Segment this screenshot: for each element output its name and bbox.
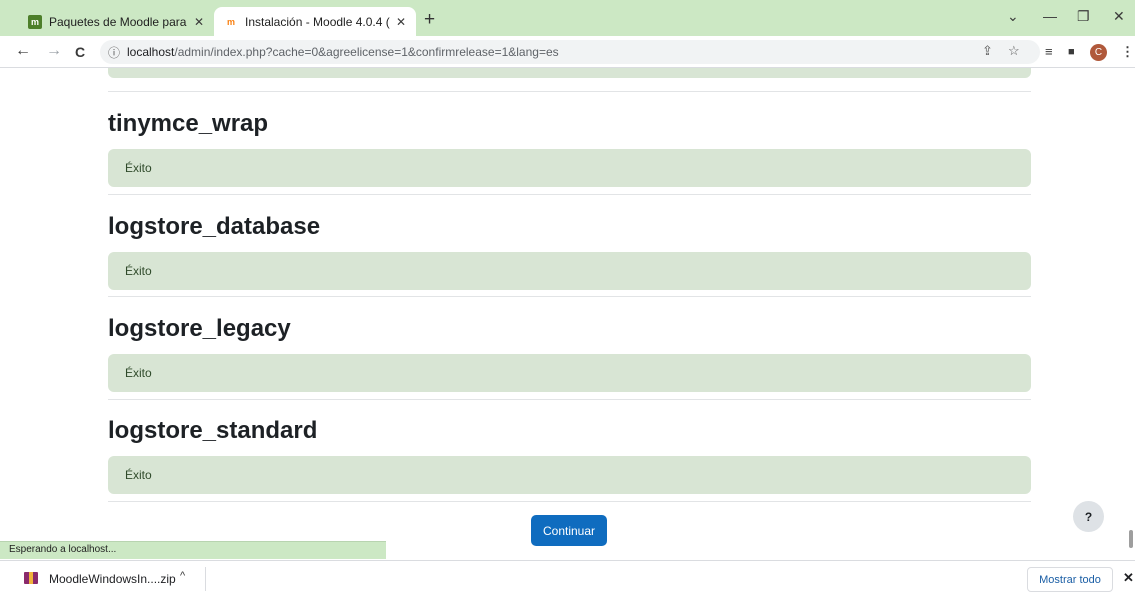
browser-tab-strip: m Paquetes de Moodle para Windo ✕ m Inst…	[0, 0, 1135, 36]
tab-moodle-install[interactable]: m Instalación - Moodle 4.0.4 (Build: ✕	[214, 7, 416, 36]
divider	[205, 567, 206, 591]
section-divider	[108, 194, 1031, 195]
url-host: localhost	[127, 45, 175, 59]
reading-list-icon[interactable]: ≡	[1045, 44, 1053, 59]
success-notice: Éxito	[108, 252, 1031, 290]
download-file-name[interactable]: MoodleWindowsIn....zip	[49, 572, 176, 586]
help-button[interactable]: ?	[1073, 501, 1104, 532]
back-arrow-icon[interactable]: ←	[15, 42, 31, 60]
site-info-icon[interactable]: ⓘ	[108, 44, 120, 61]
profile-avatar[interactable]: C	[1090, 44, 1107, 61]
plugin-section: logstore_database Éxito	[108, 211, 1031, 290]
success-notice: Éxito	[108, 456, 1031, 494]
forward-arrow-icon[interactable]: →	[46, 42, 62, 60]
section-divider	[108, 296, 1031, 297]
success-notice-partial	[108, 68, 1031, 78]
plugin-heading: logstore_database	[108, 213, 321, 240]
plugin-heading: tinymce_wrap	[108, 110, 269, 137]
show-all-downloads-button[interactable]: Mostrar todo	[1027, 567, 1113, 592]
chevron-up-icon[interactable]: ^	[180, 570, 185, 582]
url-text[interactable]: localhost/admin/index.php?cache=0&agreel…	[127, 45, 559, 59]
page-content: tinymce_wrap Éxito logstore_database Éxi…	[0, 68, 1135, 558]
new-tab-icon[interactable]: +	[424, 9, 435, 31]
browser-toolbar: ← → C ⓘ localhost/admin/index.php?cache=…	[0, 36, 1135, 68]
window-close-icon[interactable]: ✕	[1113, 8, 1125, 25]
moodle-box-icon: m	[28, 14, 42, 29]
loading-status: Esperando a localhost...	[0, 541, 386, 559]
tab-title: Instalación - Moodle 4.0.4 (Build:	[245, 14, 390, 29]
continue-button[interactable]: Continuar	[531, 515, 607, 546]
address-bar[interactable]: ⓘ localhost/admin/index.php?cache=0&agre…	[100, 40, 1040, 64]
success-notice: Éxito	[108, 354, 1031, 392]
browser-menu-icon[interactable]: ⋮	[1121, 44, 1134, 60]
bookmark-star-icon[interactable]: ☆	[1008, 43, 1020, 59]
section-divider	[108, 501, 1031, 502]
plugin-section: logstore_standard Éxito	[108, 415, 1031, 494]
minimize-icon[interactable]: —	[1043, 8, 1057, 24]
tab-search-chevron-icon[interactable]: ⌄	[1007, 8, 1019, 25]
page-scrollbar[interactable]	[1127, 68, 1135, 558]
plugin-heading: logstore_legacy	[108, 315, 291, 342]
zip-archive-icon	[24, 572, 38, 584]
restore-icon[interactable]: ❐	[1077, 8, 1090, 25]
tab-close-icon[interactable]: ✕	[194, 15, 204, 29]
tab-moodle-packages[interactable]: m Paquetes de Moodle para Windo ✕	[18, 7, 214, 36]
close-shelf-icon[interactable]: ✕	[1123, 570, 1134, 586]
share-icon[interactable]: ⇪	[982, 43, 993, 59]
plugin-heading: logstore_standard	[108, 417, 318, 444]
tab-title: Paquetes de Moodle para Windo	[49, 14, 188, 29]
side-panel-icon[interactable]: ■	[1068, 46, 1075, 58]
plugin-section: logstore_legacy Éxito	[108, 313, 1031, 392]
section-divider	[108, 399, 1031, 400]
plugin-section: tinymce_wrap Éxito	[108, 108, 1031, 187]
url-path: /admin/index.php?cache=0&agreelicense=1&…	[174, 45, 559, 59]
tab-close-icon[interactable]: ✕	[396, 15, 406, 29]
moodle-m-icon: m	[226, 16, 235, 27]
reload-icon[interactable]: C	[75, 44, 85, 60]
success-notice: Éxito	[108, 149, 1031, 187]
section-divider	[108, 91, 1031, 92]
scrollbar-thumb[interactable]	[1129, 530, 1133, 548]
download-shelf: MoodleWindowsIn....zip ^ Mostrar todo ✕	[0, 560, 1135, 596]
